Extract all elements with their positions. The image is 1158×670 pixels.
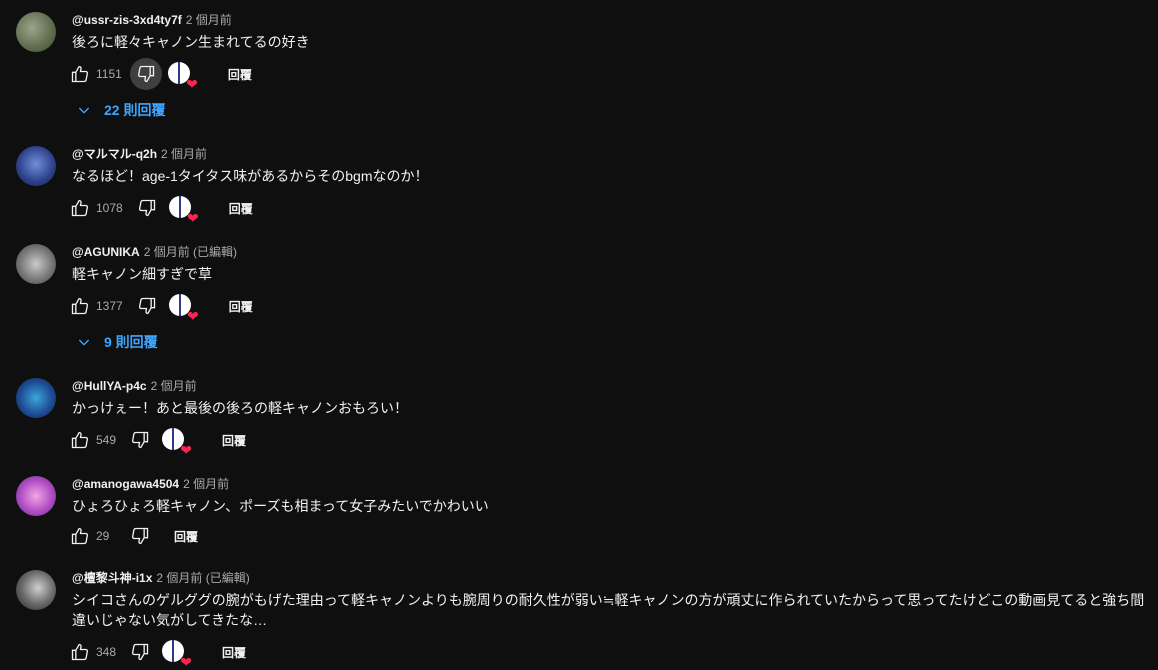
comment-text: 軽キャノン細すぎで草	[72, 266, 212, 282]
avatar[interactable]	[16, 244, 56, 284]
heart-icon: ❤	[186, 76, 198, 92]
thumbs-up-icon	[71, 527, 89, 545]
dislike-button[interactable]	[124, 636, 156, 668]
replies-count: 22 則回覆	[104, 102, 166, 118]
comment-actions: 348 ❤ 回覆	[64, 636, 258, 669]
thumbs-down-icon	[131, 527, 149, 545]
creator-heart: ❤	[168, 196, 199, 225]
author-name[interactable]: @AGUNIKA	[72, 245, 140, 259]
heart-icon: ❤	[180, 654, 193, 670]
author-name[interactable]: @ussr-zis-3xd4ty7f	[72, 13, 182, 27]
comment-header: @ussr-zis-3xd4ty7f 2 個月前	[72, 12, 232, 28]
thumbs-down-icon	[132, 431, 149, 449]
timestamp[interactable]: 2 個月前 (已編輯)	[144, 245, 237, 259]
avatar[interactable]	[16, 146, 56, 186]
comment-text: かっけぇー！あと最後の後ろの軽キャノンおもろい！	[72, 400, 408, 416]
like-count: 29	[96, 529, 110, 543]
creator-heart: ❤	[168, 294, 199, 323]
thumbs-up-icon	[71, 431, 89, 449]
timestamp[interactable]: 2 個月前	[183, 477, 229, 491]
dislike-button[interactable]	[124, 520, 156, 552]
comment-actions: 1377 ❤ 回覆	[64, 290, 265, 323]
reply-button[interactable]: 回覆	[210, 644, 258, 661]
creator-heart: ❤	[167, 62, 198, 91]
dislike-button[interactable]	[131, 290, 163, 322]
thumbs-up-icon	[71, 199, 89, 217]
like-button[interactable]	[64, 424, 96, 456]
thumbs-up-icon	[71, 643, 89, 661]
creator-heart: ❤	[162, 428, 192, 457]
thumbs-down-icon	[138, 199, 155, 217]
creator-heart: ❤	[162, 640, 192, 669]
comment-header: @HullYA-p4c 2 個月前	[72, 378, 197, 394]
author-name[interactable]: @HullYA-p4c	[72, 379, 147, 393]
avatar[interactable]	[16, 570, 56, 610]
comment-text: ひょろひょろ軽キャノン、ポーズも相まって女子みたいでかわいい	[72, 498, 489, 514]
reply-button[interactable]: 回覆	[216, 66, 264, 83]
like-button[interactable]	[64, 520, 96, 552]
thumbs-up-icon	[71, 297, 89, 315]
comment-header: @AGUNIKA 2 個月前 (已編輯)	[72, 244, 237, 260]
author-name[interactable]: @マルマル-q2h	[72, 147, 157, 161]
thumbs-up-icon	[71, 65, 89, 83]
like-button[interactable]	[64, 290, 96, 322]
like-count: 1078	[96, 201, 123, 215]
like-count: 549	[96, 433, 117, 447]
heart-icon: ❤	[180, 442, 193, 458]
thumbs-down-icon	[138, 297, 155, 315]
thumbs-down-icon	[132, 643, 149, 661]
reply-button[interactable]: 回覆	[210, 432, 258, 449]
chevron-down-icon	[78, 107, 90, 114]
like-count: 1377	[96, 299, 123, 313]
reply-button[interactable]: 回覆	[162, 528, 210, 545]
dislike-button[interactable]	[129, 58, 162, 90]
heart-icon: ❤	[186, 210, 199, 226]
like-count: 1151	[96, 67, 122, 81]
author-name[interactable]: @amanogawa4504	[72, 477, 179, 491]
view-replies-button[interactable]: 9 則回覆	[72, 324, 158, 360]
comment-text: なるほど！age-1タイタス味があるからそのbgmなのか！	[72, 168, 429, 184]
dislike-button[interactable]	[124, 424, 156, 456]
timestamp[interactable]: 2 個月前	[186, 13, 232, 27]
like-button[interactable]	[64, 192, 96, 224]
timestamp[interactable]: 2 個月前	[161, 147, 207, 161]
comment-header: @檀黎斗神-i1x 2 個月前 (已編輯)	[72, 570, 250, 586]
reply-button[interactable]: 回覆	[217, 200, 265, 217]
avatar[interactable]	[16, 378, 56, 418]
timestamp[interactable]: 2 個月前	[151, 379, 197, 393]
comment-actions: 1151 ❤ 回覆	[64, 58, 264, 91]
heart-icon: ❤	[186, 308, 199, 324]
comment-text: 後ろに軽々キャノン生まれてるの好き	[72, 34, 310, 50]
timestamp[interactable]: 2 個月前 (已編輯)	[156, 571, 249, 585]
comment-header: @マルマル-q2h 2 個月前	[72, 146, 207, 162]
view-replies-button[interactable]: 22 則回覆	[72, 92, 165, 128]
comment-header: @amanogawa4504 2 個月前	[72, 476, 229, 492]
reply-button[interactable]: 回覆	[217, 298, 265, 315]
avatar[interactable]	[16, 12, 56, 52]
thumbs-down-icon	[137, 65, 154, 83]
like-button[interactable]	[64, 636, 96, 668]
comment-actions: 549 ❤ 回覆	[64, 424, 258, 457]
comment-text: シイコさんのゲルググの腕がもげた理由って軽キャノンよりも腕周りの耐久性が弱い≒軽…	[72, 592, 1145, 628]
like-count: 348	[96, 645, 117, 659]
comment-actions: 1078 ❤ 回覆	[64, 192, 265, 225]
replies-count: 9 則回覆	[104, 334, 158, 350]
author-name[interactable]: @檀黎斗神-i1x	[72, 571, 152, 585]
chevron-down-icon	[78, 339, 90, 346]
avatar[interactable]	[16, 476, 56, 516]
dislike-button[interactable]	[131, 192, 163, 224]
comment-actions: 29 回覆	[64, 520, 210, 552]
like-button[interactable]	[64, 58, 96, 90]
